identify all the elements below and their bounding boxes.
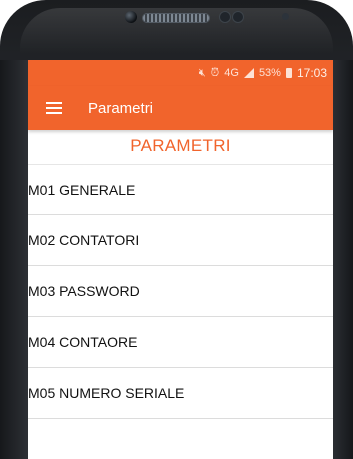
battery-icon — [285, 68, 292, 78]
page-title: PARAMETRI — [130, 136, 231, 155]
front-camera — [125, 11, 137, 23]
menu-icon[interactable] — [46, 102, 62, 114]
signal-icon — [243, 68, 254, 78]
app-title: Parametri — [88, 99, 154, 117]
list-item-m03-password[interactable]: M03 PASSWORD — [28, 266, 333, 317]
battery-percent: 53% — [258, 67, 281, 79]
list-item-m05-numero-seriale[interactable]: M05 NUMERO SERIALE — [28, 368, 333, 419]
led-indicator — [282, 13, 289, 20]
app-bar: Parametri — [28, 86, 333, 130]
left-bezel — [0, 60, 28, 459]
status-bar: 🔇︎ ⏰︎ 4G 53% 17:03 — [28, 60, 333, 86]
phone-frame: 🔇︎ ⏰︎ 4G 53% 17:03 Parametri PARAMETRI M… — [0, 0, 353, 459]
earpiece-speaker — [143, 14, 209, 22]
proximity-sensor — [220, 12, 230, 22]
app-screen: 🔇︎ ⏰︎ 4G 53% 17:03 Parametri PARAMETRI M… — [28, 60, 333, 459]
list-item-m01-generale[interactable]: M01 GENERALE — [28, 164, 333, 215]
list-item-m02-contatori[interactable]: M02 CONTATORI — [28, 215, 333, 266]
clock: 17:03 — [296, 66, 327, 80]
mute-icon: 🔇︎ — [198, 66, 206, 79]
light-sensor — [233, 12, 243, 22]
right-bezel — [333, 60, 353, 459]
network-type-label: 4G — [224, 67, 239, 79]
parameters-list: M01 GENERALE M02 CONTATORI M03 PASSWORD … — [28, 164, 333, 419]
list-item-m04-contaore[interactable]: M04 CONTAORE — [28, 317, 333, 368]
alarm-icon: ⏰︎ — [210, 66, 220, 79]
